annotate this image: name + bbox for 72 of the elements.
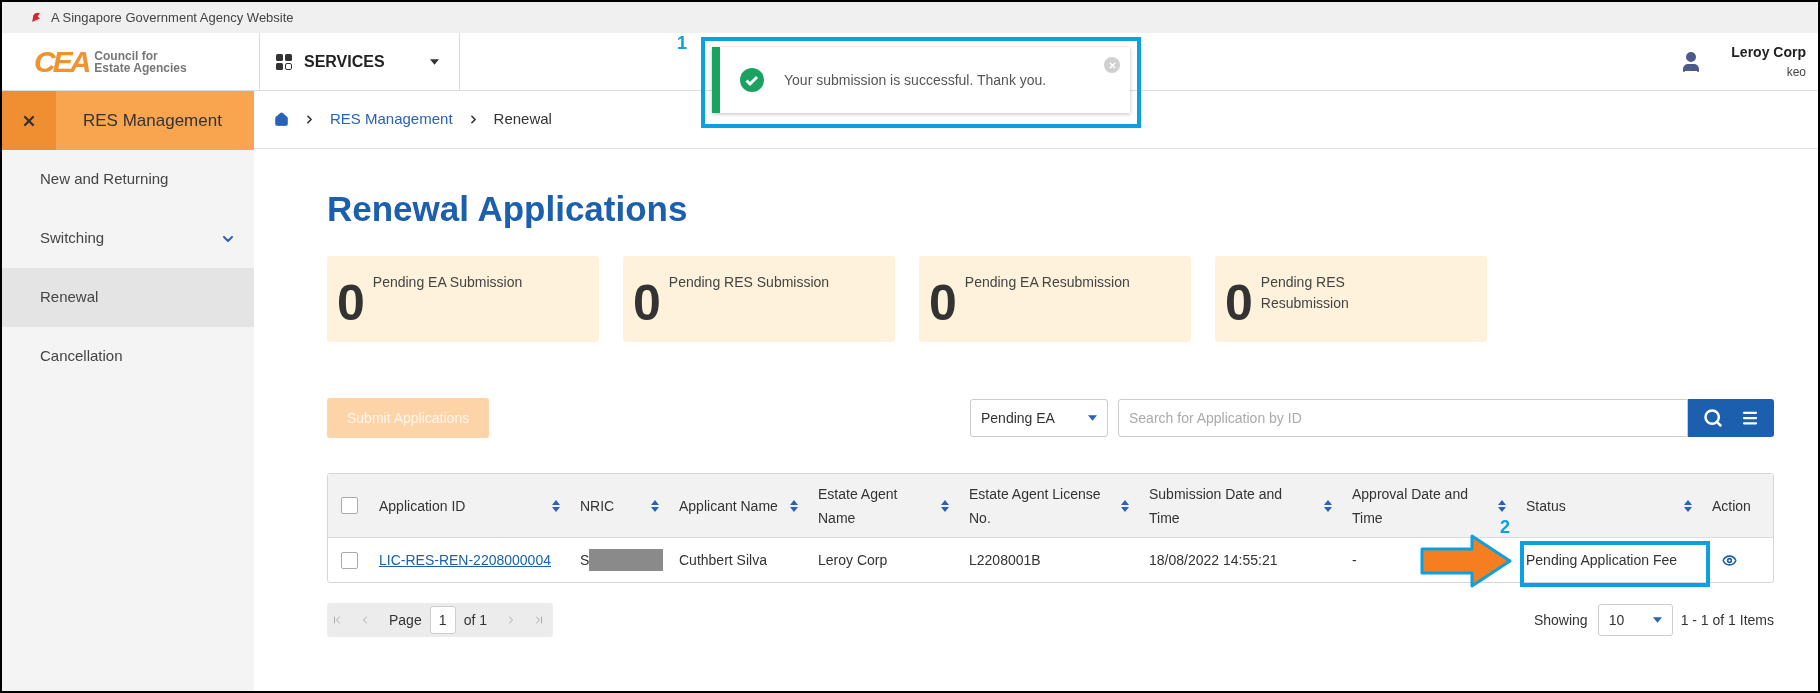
sort-icon[interactable]: [1324, 499, 1332, 512]
menu-icon[interactable]: [1741, 409, 1759, 427]
page-size-dropdown[interactable]: 10: [1597, 604, 1673, 636]
table-cell-text: -: [1352, 550, 1357, 570]
column-header[interactable]: NRIC: [580, 493, 643, 518]
column-header[interactable]: Application ID: [379, 493, 544, 518]
table-cell-text: Leroy Corp: [818, 550, 888, 570]
gov-banner-text: A Singapore Government Agency Website: [51, 8, 294, 27]
services-menu[interactable]: SERVICES: [260, 33, 460, 90]
sidebar-item[interactable]: New and Returning: [2, 150, 254, 209]
summary-count: 0: [633, 278, 661, 333]
first-page-icon: [331, 614, 343, 626]
column-header[interactable]: Approval Date and Time: [1352, 481, 1490, 530]
table-cell-text: 18/08/2022 14:55:21: [1149, 550, 1278, 570]
caret-down-icon: [1088, 415, 1097, 421]
home-icon[interactable]: [274, 112, 289, 127]
column-header[interactable]: Status: [1526, 493, 1676, 518]
grid-icon: [276, 53, 292, 70]
column-header[interactable]: Applicant Name: [679, 493, 782, 518]
summary-label: Pending EA Resubmission: [964, 273, 1131, 292]
logo-text: Council for: [94, 49, 159, 62]
sort-icon[interactable]: [941, 499, 949, 512]
page-title: Renewal Applications: [327, 188, 689, 230]
sidebar-heading: RES Management: [82, 109, 222, 132]
sort-icon[interactable]: [1498, 499, 1506, 512]
logo-text: Estate Agencies: [94, 61, 187, 74]
page-field[interactable]: 1: [429, 606, 456, 634]
sidebar-item[interactable]: Cancellation: [2, 327, 254, 386]
sort-icon[interactable]: [1121, 499, 1129, 512]
toast-accent-bar: [712, 47, 720, 113]
search-field[interactable]: Search for Application by ID: [1118, 399, 1688, 437]
status-filter-dropdown[interactable]: Pending EA: [970, 399, 1108, 437]
row-checkbox[interactable]: [341, 551, 358, 569]
annotation-number: 2: [1500, 516, 1510, 539]
summary-label: Pending EA Submission: [372, 273, 524, 292]
column-header[interactable]: Estate Agent Name: [818, 481, 933, 530]
table-cell-text: S: [580, 550, 590, 570]
user-id: keo: [1786, 64, 1806, 81]
view-icon[interactable]: [1722, 552, 1737, 568]
summary-count: 0: [1225, 278, 1253, 333]
application-id-link[interactable]: LIC-RES-REN-2208000004: [379, 549, 551, 571]
annotation-number: 1: [677, 32, 687, 55]
table-cell-text: L2208001B: [969, 550, 1041, 570]
column-header[interactable]: Submission Date and Time: [1149, 481, 1316, 530]
summary-label: Pending RES Resubmission: [1260, 273, 1350, 313]
caret-down-icon: [1652, 617, 1662, 623]
select-all-checkbox[interactable]: [341, 497, 358, 514]
items-range: 1 - 1 of 1 Items: [1680, 610, 1774, 630]
summary-count: 0: [337, 278, 365, 333]
sort-icon[interactable]: [1684, 499, 1692, 512]
breadcrumb-link[interactable]: RES Management: [330, 108, 453, 131]
column-header[interactable]: Action: [1712, 493, 1762, 518]
table-cell-text: Pending Application Fee: [1526, 550, 1677, 570]
breadcrumb-current: Renewal: [493, 109, 552, 130]
sidebar-item[interactable]: Renewal: [2, 268, 254, 327]
close-icon: [1107, 60, 1117, 70]
column-header[interactable]: Estate Agent License No.: [969, 481, 1113, 530]
user-name: Leroy Corp: [1731, 43, 1806, 62]
summary-label: Pending RES Submission: [668, 273, 831, 292]
check-circle-icon: [740, 68, 764, 92]
page-label: Page: [389, 610, 422, 630]
sidebar-item[interactable]: Switching: [2, 209, 254, 268]
sort-icon[interactable]: [790, 499, 798, 512]
showing-label: Showing: [1533, 610, 1588, 630]
search-icon[interactable]: [1703, 408, 1723, 428]
summary-count: 0: [929, 278, 957, 333]
sort-icon[interactable]: [651, 499, 659, 512]
table-cell-text: Cuthbert Silva: [679, 550, 767, 570]
caret-down-icon: [430, 58, 439, 65]
page-count-label: of 1: [463, 610, 488, 630]
sort-icon[interactable]: [552, 499, 560, 512]
toast-message: Your submission is successful. Thank you.: [784, 70, 1048, 90]
